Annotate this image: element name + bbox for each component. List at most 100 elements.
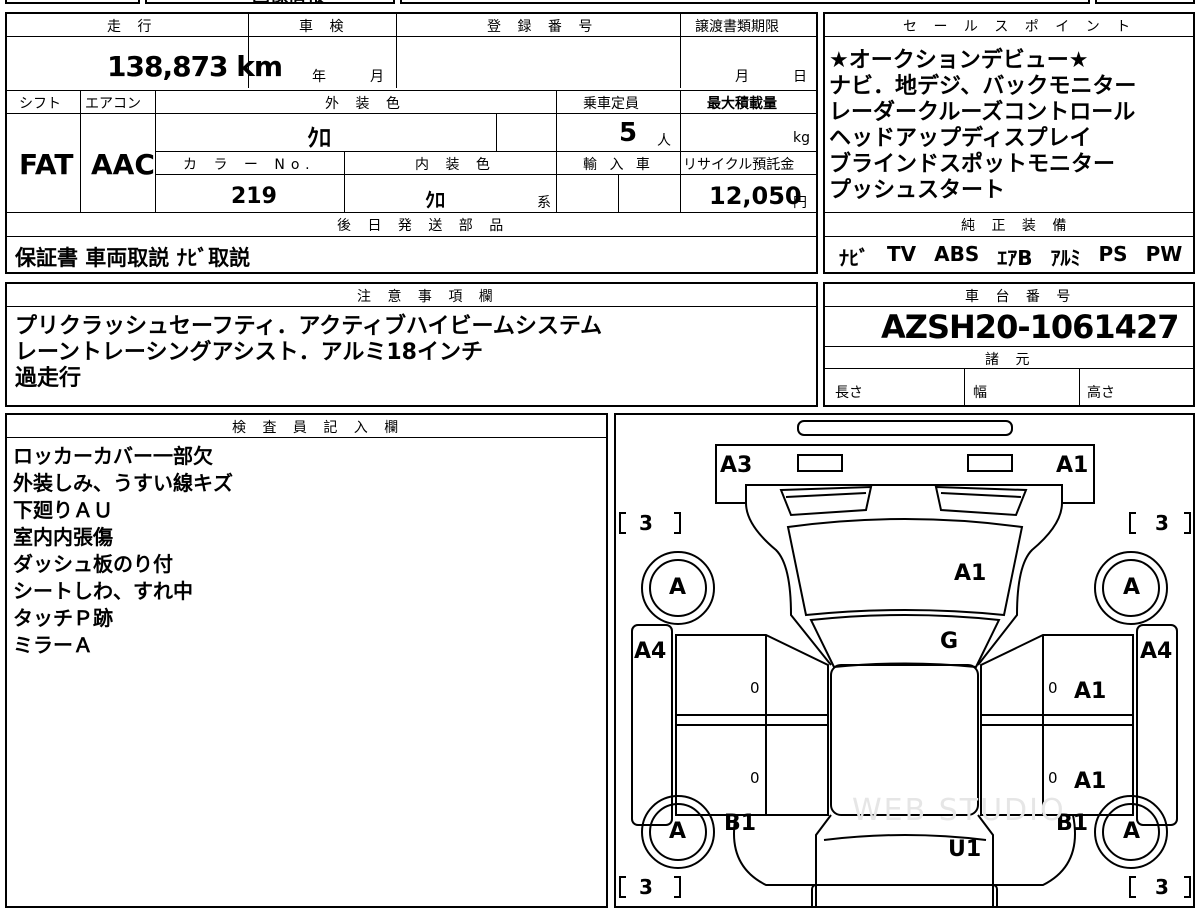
color-no-value: 219	[231, 184, 277, 209]
top-strip-fragment: 画像情報	[252, 0, 324, 8]
label-left-rear: B1	[724, 811, 757, 836]
inspector-notes: ロッカーカバー一部欠 外装しみ、うすい線キズ 下廻りＡＵ 室内内張傷 ダッシュ板…	[13, 443, 233, 659]
recycle-value: 12,050	[709, 182, 802, 210]
note-line: レーントレーシングアシスト．アルミ18インチ	[15, 340, 483, 365]
inspector-line: ミラーＡ	[13, 633, 93, 657]
later-parts-header: 後 日 発 送 部 品	[337, 218, 510, 234]
notes-header: 注 意 事 項 欄	[357, 289, 499, 305]
spec-height: 高さ	[1087, 385, 1115, 401]
top-strip-mid: 画像情報	[145, 0, 395, 7]
sales-points-panel: セ ー ル ス ポ イ ン ト ★オークションデビュー★ ナビ．地デジ、バックモ…	[823, 12, 1195, 274]
color-no-header: カ ラ ー No.	[183, 157, 316, 173]
transfer-month: 月	[735, 69, 749, 85]
interior-color-header: 内 装 色	[415, 157, 496, 173]
capacity-header: 乗車定員	[583, 96, 639, 112]
spec-length: 長さ	[835, 385, 863, 401]
notes-panel: 注 意 事 項 欄 プリクラッシュセーフティ．アクティブハイビームシステム レー…	[5, 282, 818, 407]
exterior-color-value: ｸﾛ	[307, 124, 331, 152]
max-load-unit: kg	[793, 130, 810, 146]
mileage-header: 走 行	[107, 19, 158, 35]
sales-points-header: セ ー ル ス ポ イ ン ト	[903, 19, 1137, 35]
inspector-line: タッチＰ跡	[13, 606, 113, 630]
label-front-left: A3	[720, 453, 753, 478]
equipment-item: TV	[887, 242, 917, 266]
equipment-item: ABS	[934, 242, 980, 266]
wheel-front-right-label: A	[1123, 575, 1141, 600]
inspection-year: 年	[312, 69, 326, 85]
mileage-value: 138,873 km	[107, 50, 283, 83]
zero-right-rear: 0	[1048, 769, 1058, 787]
sales-point-item: レーダークルーズコントロール	[829, 100, 1136, 125]
inspector-line: 下廻りＡＵ	[13, 498, 113, 522]
inspector-line: 室内内張傷	[13, 525, 113, 549]
tread-rear-left: 3	[639, 875, 653, 899]
top-strip-right	[400, 0, 1090, 4]
zero-left-front: 0	[750, 679, 760, 697]
shift-header: シフト	[19, 96, 61, 112]
chassis-panel: 車 台 番 号 AZSH20-1061427 諸 元 長さ 幅 高さ	[823, 282, 1195, 407]
capacity-value: 5	[619, 118, 638, 148]
label-right-side: A4	[1140, 639, 1173, 664]
tread-front-right: 3	[1155, 511, 1169, 535]
label-front-right: A1	[1056, 453, 1089, 478]
top-strip-left	[5, 0, 140, 4]
label-roof: U1	[948, 837, 982, 862]
capacity-unit: 人	[657, 133, 671, 149]
tread-front-left: 3	[639, 511, 653, 535]
inspection-header: 車 検	[299, 19, 350, 35]
specs-header: 諸 元	[985, 352, 1036, 368]
inspector-panel: 検 査 員 記 入 欄 ロッカーカバー一部欠 外装しみ、うすい線キズ 下廻りＡＵ…	[5, 413, 608, 908]
aircon-value: AAC	[91, 148, 155, 181]
registration-header: 登 録 番 号	[487, 19, 599, 35]
shift-value: FAT	[19, 148, 74, 181]
wheel-rear-right-label: A	[1123, 819, 1141, 844]
inspector-line: 外装しみ、うすい線キズ	[13, 471, 233, 495]
zero-left-rear: 0	[750, 769, 760, 787]
car-outline-diagram	[619, 420, 1191, 906]
sales-point-item: ★オークションデビュー★	[829, 48, 1089, 73]
wheel-rear-left-label: A	[669, 819, 687, 844]
aircon-header: エアコン	[85, 96, 141, 112]
spec-width: 幅	[973, 385, 987, 401]
sales-points-list: ★オークションデビュー★ ナビ．地デジ、バックモニター レーダークルーズコントロ…	[829, 48, 1136, 204]
inspector-line: シートしわ、すれ中	[13, 579, 193, 603]
inspector-line: ロッカーカバー一部欠	[13, 444, 213, 468]
transfer-day: 日	[793, 69, 807, 85]
note-line: プリクラッシュセーフティ．アクティブハイビームシステム	[15, 314, 603, 339]
recycle-header: リサイクル預託金	[683, 157, 795, 173]
import-header: 輸 入 車	[583, 157, 654, 173]
tread-rear-right: 3	[1155, 875, 1169, 899]
inspection-month: 月	[370, 69, 384, 85]
equipment-item: PW	[1145, 242, 1183, 266]
zero-right-front: 0	[1048, 679, 1058, 697]
label-left-side: A4	[634, 639, 667, 664]
interior-color-value: ｸﾛ	[425, 188, 445, 212]
sales-point-item: ナビ．地デジ、バックモニター	[829, 74, 1137, 99]
exterior-color-header: 外 装 色	[325, 96, 406, 112]
label-hood: A1	[954, 561, 987, 586]
inspector-header: 検 査 員 記 入 欄	[232, 420, 405, 436]
later-parts-value: 保証書 車両取説 ﾅﾋﾞ取説	[15, 246, 251, 270]
damage-diagram-panel: A3 A1 A1 G A4 A4 A1 A1 B1 B1 U1 A A A A …	[614, 413, 1195, 908]
max-load-header: 最大積載量	[707, 96, 777, 112]
interior-color-suffix: 系	[537, 195, 551, 211]
label-right-front-door: A1	[1074, 679, 1107, 704]
equipment-item: ｴｱB	[997, 246, 1033, 270]
genuine-equipment-header: 純 正 装 備	[961, 218, 1073, 234]
equipment-item: ｱﾙﾐ	[1050, 246, 1081, 270]
top-strip-end	[1095, 0, 1195, 4]
equipment-item: PS	[1098, 242, 1128, 266]
wheel-front-left-label: A	[669, 575, 687, 600]
sales-point-item: ヘッドアップディスプレイ	[829, 126, 1092, 151]
chassis-value: AZSH20-1061427	[881, 308, 1179, 346]
transfer-deadline-header: 譲渡書類期限	[695, 19, 779, 35]
notes-list: プリクラッシュセーフティ．アクティブハイビームシステム レーントレーシングアシス…	[15, 314, 602, 392]
genuine-equipment-list: ﾅﾋﾞ TV ABS ｴｱB ｱﾙﾐ PS PW	[839, 242, 1182, 271]
inspector-line: ダッシュ板のり付	[13, 552, 173, 576]
label-windshield: G	[940, 629, 959, 654]
chassis-header: 車 台 番 号	[965, 289, 1077, 305]
equipment-item: ﾅﾋﾞ	[839, 246, 869, 270]
recycle-unit: 円	[793, 195, 807, 211]
label-right-rear-door: A1	[1074, 769, 1107, 794]
watermark: WEB STUDIO	[852, 793, 1066, 828]
